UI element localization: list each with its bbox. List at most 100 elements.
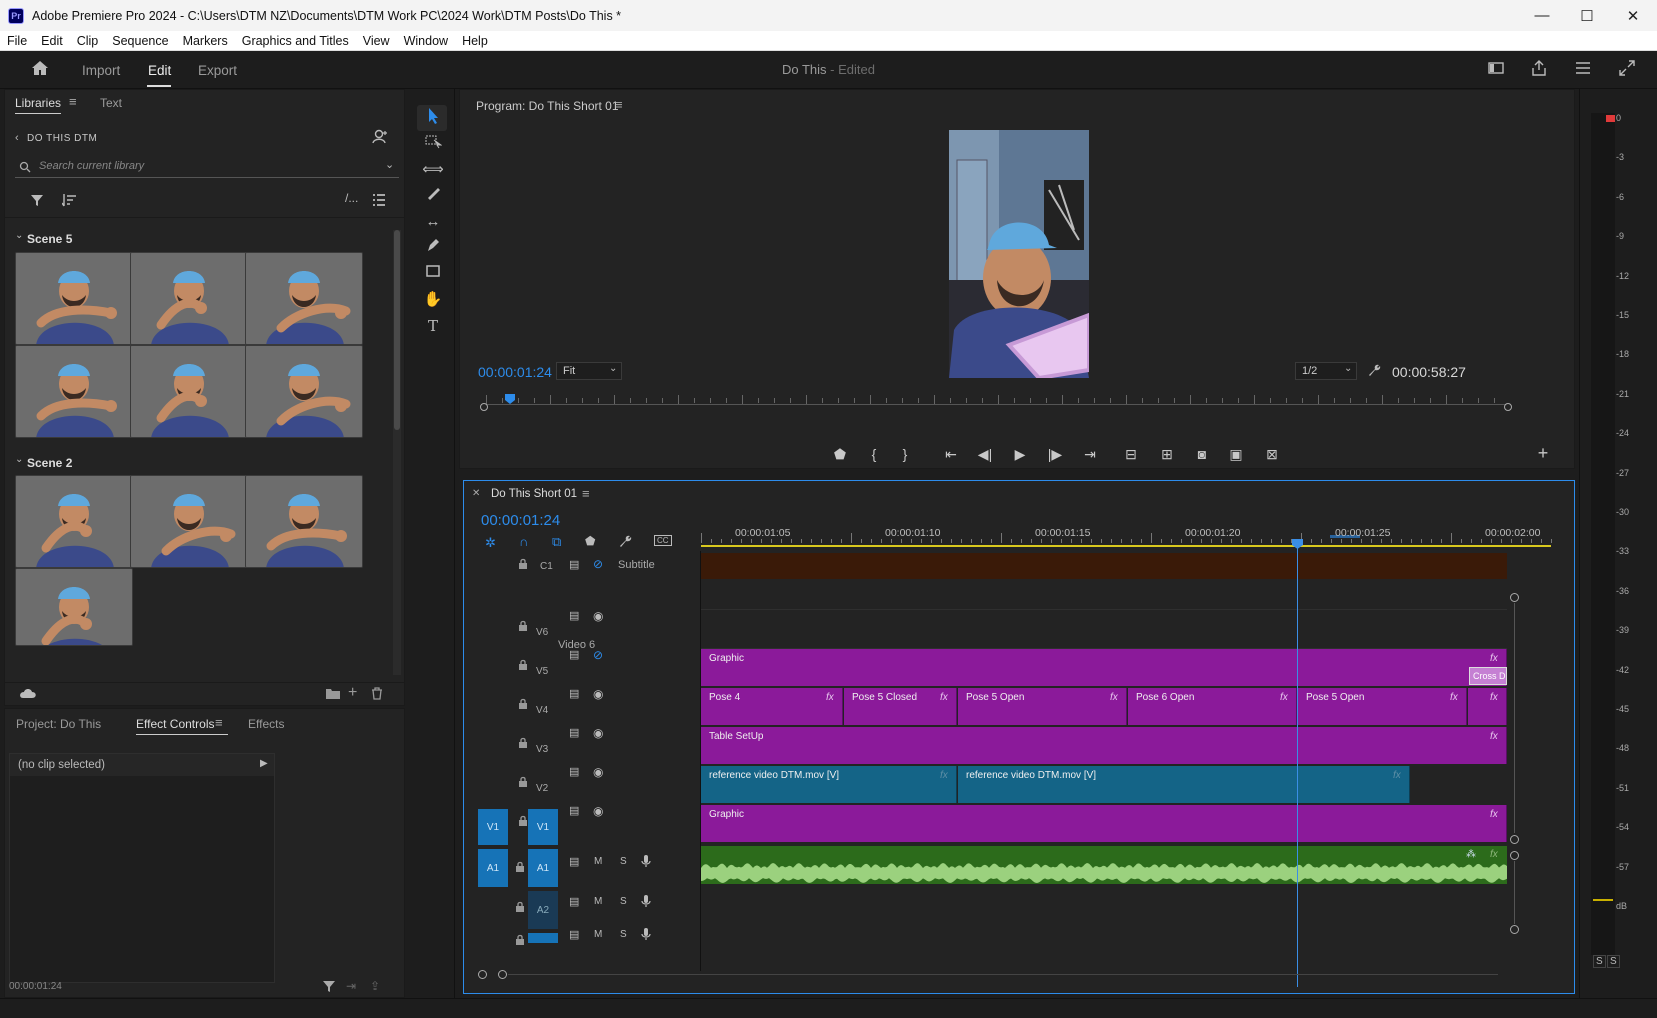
add-user-icon[interactable] (372, 128, 388, 147)
menu-file[interactable]: File (0, 34, 34, 48)
sequence-menu-icon[interactable]: ≡ (582, 486, 590, 501)
tab-project[interactable]: Project: Do This (16, 717, 101, 731)
pen-tool-icon[interactable] (421, 237, 445, 259)
nest-icon[interactable]: ✲ (485, 535, 496, 551)
chevron-down-icon[interactable]: ⌄ (385, 158, 394, 171)
library-asset-thumbnail[interactable] (15, 252, 133, 345)
timeline-ruler[interactable] (701, 511, 1569, 549)
filter-icon[interactable] (322, 979, 336, 996)
captions-icon[interactable]: CC (654, 535, 672, 546)
vr-toggle-icon[interactable]: ⊠ (1262, 446, 1282, 463)
folder-icon[interactable] (325, 687, 341, 703)
solo-button[interactable]: S (620, 856, 627, 867)
workspaces-icon[interactable] (1572, 59, 1594, 81)
solo-left-button[interactable]: S (1593, 955, 1606, 968)
lift-icon[interactable]: ⊟ (1121, 446, 1141, 463)
ripple-edit-tool-icon[interactable]: ⟺ (421, 159, 445, 181)
source-v1-patch[interactable]: V1 (478, 809, 508, 845)
share-icon[interactable] (1528, 59, 1550, 81)
toggle-sync-icon[interactable]: ▤ (569, 726, 579, 739)
program-video-frame[interactable] (949, 130, 1089, 378)
timeline-settings-wrench-icon[interactable] (618, 534, 632, 551)
lock-icon[interactable] (518, 737, 528, 752)
eye-icon[interactable]: ◉ (593, 804, 603, 818)
library-asset-thumbnail[interactable] (130, 475, 248, 568)
clip-v2-reference-a[interactable]: reference video DTM.mov [V] (701, 766, 957, 803)
linked-selection-icon[interactable]: ⧉ (552, 534, 561, 550)
microphone-icon[interactable] (641, 894, 651, 911)
lock-icon[interactable] (518, 698, 528, 713)
menu-edit[interactable]: Edit (34, 34, 70, 48)
go-to-out-icon[interactable]: ⇥ (1080, 446, 1100, 463)
eye-hidden-icon[interactable]: ⊘ (593, 557, 603, 571)
go-to-in-icon[interactable]: ⇤ (941, 446, 961, 463)
microphone-icon[interactable] (641, 927, 651, 944)
timeline-zoom-scrollbar[interactable] (478, 969, 1498, 981)
eye-icon[interactable]: ◉ (593, 609, 603, 623)
library-asset-thumbnail[interactable] (245, 252, 363, 345)
step-back-icon[interactable]: ◀| (975, 446, 995, 463)
solo-right-button[interactable]: S (1607, 955, 1620, 968)
close-sequence-icon[interactable]: ✕ (472, 488, 480, 499)
path-view-icon[interactable]: /... (345, 191, 358, 205)
playhead-timecode[interactable]: 00:00:01:24 (478, 364, 552, 380)
ripple-icon[interactable]: ⇥ (346, 979, 356, 993)
video-tracks-scrollbar[interactable] (1509, 577, 1521, 847)
audio-tracks-scrollbar[interactable] (1509, 851, 1521, 951)
button-editor-add-icon[interactable]: + (1533, 443, 1553, 464)
source-a1-patch[interactable]: A1 (478, 849, 508, 887)
clip-v4-pose5-open[interactable]: Pose 5 Open (958, 688, 1127, 725)
lock-icon[interactable] (518, 815, 528, 830)
program-scrubber[interactable] (460, 392, 1576, 418)
toggle-sync-icon[interactable]: ▤ (569, 765, 579, 778)
lock-icon[interactable] (518, 776, 528, 791)
toggle-sync-icon[interactable]: ▤ (569, 895, 579, 908)
mute-button[interactable]: M (594, 856, 602, 867)
eye-icon[interactable]: ◉ (593, 765, 603, 779)
in-handle[interactable] (480, 403, 488, 411)
solo-button[interactable]: S (620, 896, 627, 907)
mark-out-icon[interactable]: } (895, 446, 915, 462)
toggle-sync-icon[interactable]: ▤ (569, 609, 579, 622)
step-forward-icon[interactable]: |▶ (1045, 446, 1065, 463)
toggle-sync-icon[interactable]: ▤ (569, 687, 579, 700)
toggle-sync-icon[interactable]: ▤ (569, 855, 579, 868)
resolution-dropdown[interactable]: 1/2 ⌄ (1295, 362, 1357, 380)
list-view-icon[interactable] (372, 193, 386, 210)
mute-button[interactable]: M (594, 929, 602, 940)
slip-tool-icon[interactable]: ↔ (421, 211, 445, 233)
tab-libraries[interactable]: Libraries (15, 96, 61, 110)
lock-icon[interactable] (515, 934, 525, 949)
library-asset-thumbnail[interactable] (130, 345, 248, 438)
trash-icon[interactable] (371, 687, 383, 703)
eye-icon[interactable]: ◉ (593, 687, 603, 701)
track-a1-target[interactable]: A1 (528, 849, 558, 887)
libraries-scrollbar[interactable] (393, 230, 401, 675)
scrollbar-thumb[interactable] (394, 230, 400, 430)
clip-v4-pose5-open-2[interactable]: Pose 5 Open (1298, 688, 1467, 725)
hand-tool-icon[interactable]: ✋ (421, 289, 445, 311)
clip-v5-graphic[interactable]: Graphic (701, 649, 1507, 686)
effect-controls-menu-icon[interactable]: ≡ (215, 715, 223, 730)
filter-icon[interactable] (30, 193, 44, 210)
lock-icon[interactable] (515, 861, 525, 876)
playhead-marker[interactable] (505, 394, 515, 404)
play-icon[interactable]: ▶ (1010, 446, 1030, 463)
add-marker-icon[interactable]: ⬟ (585, 534, 595, 548)
menu-view[interactable]: View (356, 34, 397, 48)
snap-icon[interactable]: ∩ (519, 534, 528, 549)
library-asset-thumbnail[interactable] (15, 345, 133, 438)
expand-triangle-icon[interactable]: ▶ (260, 758, 268, 769)
scene2-chevron-icon[interactable]: ⌄ (15, 454, 23, 465)
minimize-button[interactable]: — (1519, 0, 1565, 31)
tab-text[interactable]: Text (100, 96, 122, 110)
clip-a1-audio[interactable] (701, 846, 1507, 884)
close-button[interactable]: ✕ (1610, 0, 1656, 31)
rectangle-tool-icon[interactable] (421, 263, 445, 285)
lock-icon[interactable] (515, 901, 525, 916)
comparison-view-icon[interactable]: ▣ (1226, 446, 1246, 463)
type-tool-icon[interactable]: T (421, 315, 445, 337)
menu-help[interactable]: Help (455, 34, 495, 48)
out-handle[interactable] (1504, 403, 1512, 411)
extract-icon[interactable]: ⊞ (1157, 446, 1177, 463)
